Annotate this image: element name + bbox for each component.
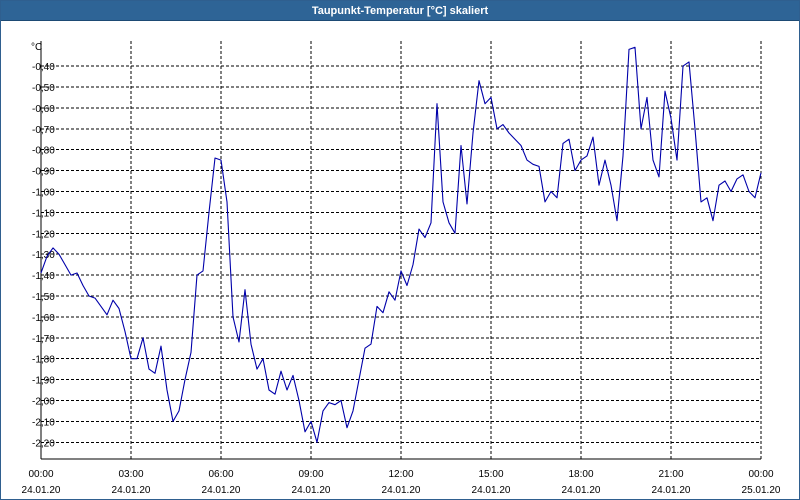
x-tick-time: 12:00 — [388, 469, 413, 480]
y-tick-label: -0,70 — [32, 125, 55, 136]
x-tick-time: 00:00 — [748, 469, 773, 480]
y-tick-label: -2,00 — [32, 396, 55, 407]
x-tick-time: 00:00 — [28, 469, 53, 480]
x-tick-date: 24.01.20 — [292, 485, 331, 496]
y-tick-label: -1,10 — [32, 208, 55, 219]
y-tick-label: -1,60 — [32, 313, 55, 324]
y-tick-label: -1,80 — [32, 355, 55, 366]
grid-lines — [40, 41, 762, 460]
x-tick-date: 25.01.20 — [742, 485, 781, 496]
x-tick-time: 06:00 — [208, 469, 233, 480]
x-tick-time: 15:00 — [478, 469, 503, 480]
y-tick-label: -1,70 — [32, 334, 55, 345]
y-tick-label: -1,90 — [32, 376, 55, 387]
y-tick-label: -0,50 — [32, 83, 55, 94]
y-tick-label: -1,50 — [32, 292, 55, 303]
x-tick-date: 24.01.20 — [562, 485, 601, 496]
y-tick-label: -0,40 — [32, 62, 55, 73]
x-tick-time: 21:00 — [658, 469, 683, 480]
x-tick-date: 24.01.20 — [112, 485, 151, 496]
y-tick-label: -2,10 — [32, 417, 55, 428]
x-tick-date: 24.01.20 — [22, 485, 61, 496]
y-tick-label: -1,20 — [32, 229, 55, 240]
window-title: Taupunkt-Temperatur [°C] skaliert — [1, 1, 799, 21]
y-tick-label: -0,80 — [32, 146, 55, 157]
chart-plot: °C -0,40-0,50-0,60-0,70-0,80-0,90-1,00-1… — [22, 41, 781, 496]
x-tick-date: 24.01.20 — [652, 485, 691, 496]
y-tick-label: -1,00 — [32, 187, 55, 198]
y-tick-label: -1,30 — [32, 250, 55, 261]
x-tick-time: 09:00 — [298, 469, 323, 480]
x-tick-date: 24.01.20 — [202, 485, 241, 496]
x-tick-date: 24.01.20 — [382, 485, 421, 496]
x-tick-date: 24.01.20 — [472, 485, 511, 496]
chart-window: Taupunkt-Temperatur [°C] skaliert °C -0,… — [0, 0, 800, 500]
y-tick-label: -1,40 — [32, 271, 55, 282]
y-tick-label: -2,20 — [32, 438, 55, 449]
y-tick-label: -0,90 — [32, 167, 55, 178]
x-tick-time: 03:00 — [118, 469, 143, 480]
x-tick-time: 18:00 — [568, 469, 593, 480]
y-tick-label: -0,60 — [32, 104, 55, 115]
